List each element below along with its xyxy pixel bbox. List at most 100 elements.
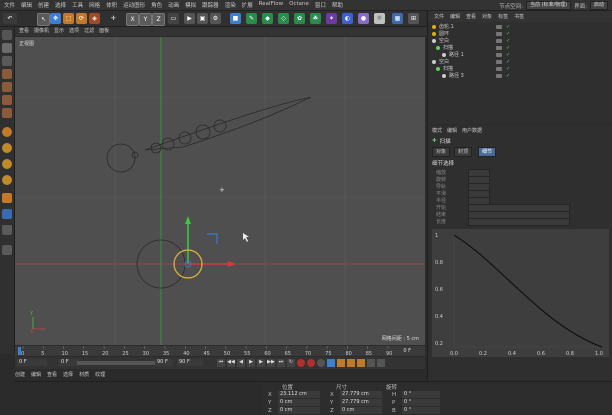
max-frame-field[interactable]: 90 F xyxy=(155,359,173,366)
menu-item[interactable]: 动画 xyxy=(168,1,179,9)
menu-item[interactable]: 渲染 xyxy=(225,1,236,9)
snapping-icon[interactable] xyxy=(2,127,12,137)
solo-icon[interactable] xyxy=(2,159,12,169)
viewport-menu-item[interactable]: 查看 xyxy=(19,27,29,36)
menu-item[interactable]: 工具 xyxy=(72,1,83,9)
viewport-menu-item[interactable]: 选项 xyxy=(69,27,79,36)
timeline-ruler[interactable]: 0 5 10 15 20 25 30 35 40 45 50 55 60 65 70 75 80 85 90 0 F xyxy=(15,346,425,357)
subdivision-icon[interactable]: ◆ xyxy=(262,13,273,24)
select-tool-icon[interactable]: ↖ xyxy=(37,13,50,26)
menu-item[interactable]: 创建 xyxy=(38,1,49,9)
visibility-dots-icon[interactable] xyxy=(496,38,502,43)
detail-graph[interactable]: 1 0.8 0.6 0.4 0.2 0.0 0.2 0.4 0.6 0.8 1.0 xyxy=(432,229,609,357)
size-field[interactable]: 0 cm xyxy=(340,407,382,414)
object-row[interactable]: 空白 ✓ xyxy=(432,37,510,44)
objects-tab[interactable]: 书签 xyxy=(514,13,524,20)
light-icon[interactable]: ☼ xyxy=(374,13,385,24)
y-lock-icon[interactable]: Y xyxy=(139,13,152,26)
position-field[interactable]: 0 cm xyxy=(278,407,320,414)
sculpt-icon[interactable] xyxy=(2,193,12,203)
end-frame-field[interactable]: 90 F xyxy=(177,359,203,366)
goto-start-icon[interactable]: ⏮ xyxy=(217,359,225,367)
menu-item[interactable]: RealFlow xyxy=(259,1,283,9)
subtab-caps[interactable]: 封顶 xyxy=(454,147,473,157)
objects-tab[interactable]: 查看 xyxy=(466,13,476,20)
object-row[interactable]: 扫描 ✓ xyxy=(436,44,510,51)
make-editable-icon[interactable] xyxy=(2,30,12,40)
min-frame-field[interactable]: 0 F xyxy=(59,359,79,366)
visibility-dots-icon[interactable] xyxy=(496,31,502,36)
attribute-field[interactable] xyxy=(468,218,570,226)
menu-item[interactable]: 窗口 xyxy=(315,1,326,9)
paint-icon[interactable] xyxy=(2,225,12,235)
material-tab[interactable]: 材质 xyxy=(79,371,89,378)
viewport-menu-item[interactable]: 显示 xyxy=(54,27,64,36)
menu-item[interactable]: 文件 xyxy=(4,1,15,9)
z-lock-icon[interactable]: Z xyxy=(152,13,165,26)
position-field[interactable]: 23.112 cm xyxy=(278,391,320,398)
size-field[interactable]: 27.779 cm xyxy=(340,391,382,398)
param-key-icon[interactable] xyxy=(357,359,365,367)
menu-item[interactable]: 扩展 xyxy=(242,1,253,9)
subtab-object[interactable]: 对象 xyxy=(432,147,451,157)
visibility-dots-icon[interactable] xyxy=(496,24,502,29)
object-row[interactable]: 空白 ✓ xyxy=(432,58,510,65)
prev-frame-icon[interactable]: ◀ xyxy=(237,359,245,367)
attributes-tab[interactable]: 用户数据 xyxy=(462,127,482,134)
menu-item[interactable]: 角色 xyxy=(151,1,162,9)
texture-mode-icon[interactable] xyxy=(2,56,12,66)
points-mode-icon[interactable] xyxy=(2,69,12,79)
next-frame-icon[interactable]: ▶ xyxy=(257,359,265,367)
material-tab[interactable]: 编辑 xyxy=(31,371,41,378)
attributes-tab[interactable]: 编辑 xyxy=(447,127,457,134)
field-icon[interactable]: ✶ xyxy=(326,13,337,24)
menu-item[interactable]: 跟踪器 xyxy=(202,1,219,9)
start-frame-field[interactable]: 0 F xyxy=(17,359,47,366)
menu-item[interactable]: 选择 xyxy=(55,1,66,9)
size-field[interactable]: 27.779 cm xyxy=(340,399,382,406)
menu-item[interactable]: 编辑 xyxy=(21,1,32,9)
record-icon[interactable] xyxy=(297,359,305,367)
move-key-icon[interactable] xyxy=(327,359,335,367)
menu-item[interactable]: 网格 xyxy=(89,1,100,9)
attributes-tab[interactable]: 模式 xyxy=(432,127,442,134)
workplane-icon[interactable] xyxy=(2,143,12,153)
cloner-icon[interactable]: ◇ xyxy=(278,13,289,24)
lock-workplane-icon[interactable] xyxy=(2,175,12,185)
object-row[interactable]: 圆环 ✓ xyxy=(432,30,510,37)
menu-item[interactable]: Octane xyxy=(289,1,309,9)
check-icon[interactable]: ✓ xyxy=(506,31,510,37)
check-icon[interactable]: ✓ xyxy=(506,38,510,44)
check-icon[interactable]: ✓ xyxy=(506,45,510,51)
visibility-dots-icon[interactable] xyxy=(496,73,502,78)
object-row[interactable]: 齿轮.1 ✓ xyxy=(432,23,510,30)
menu-item[interactable]: 运动图形 xyxy=(123,1,145,9)
scale-key-icon[interactable] xyxy=(337,359,345,367)
pla-key-icon[interactable] xyxy=(367,359,375,367)
edges-mode-icon[interactable] xyxy=(2,82,12,92)
model-mode-icon[interactable] xyxy=(2,43,12,53)
subtab-details[interactable]: 细节 xyxy=(478,147,497,157)
check-icon[interactable]: ✓ xyxy=(506,24,510,30)
brush-icon[interactable] xyxy=(2,209,12,219)
pen-icon[interactable]: ✎ xyxy=(246,13,257,24)
render-view-icon[interactable]: ▶ xyxy=(184,13,195,24)
camera-icon[interactable]: ● xyxy=(358,13,369,24)
viewport-menu-item[interactable]: 摄像机 xyxy=(34,27,49,36)
move-tool-icon[interactable]: ✥ xyxy=(50,13,61,24)
visibility-dots-icon[interactable] xyxy=(496,52,502,57)
material-tab[interactable]: 纹理 xyxy=(95,371,105,378)
objects-tab[interactable]: 对象 xyxy=(482,13,492,20)
render-picture-icon[interactable]: ▣ xyxy=(197,13,208,24)
material-tab[interactable]: 创建 xyxy=(15,371,25,378)
visibility-dots-icon[interactable] xyxy=(496,45,502,50)
rotation-field[interactable]: 0 ° xyxy=(402,407,440,414)
keyframe-icon[interactable] xyxy=(317,359,325,367)
visibility-dots-icon[interactable] xyxy=(496,59,502,64)
mograph-icon[interactable]: ✿ xyxy=(294,13,305,24)
object-row[interactable]: 路径 3 ✓ xyxy=(442,72,510,79)
objects-tab[interactable]: 标签 xyxy=(498,13,508,20)
uv-mode-icon[interactable] xyxy=(2,108,12,118)
viewport-menu-item[interactable]: 面板 xyxy=(99,27,109,36)
cube-icon[interactable]: ■ xyxy=(230,13,241,24)
